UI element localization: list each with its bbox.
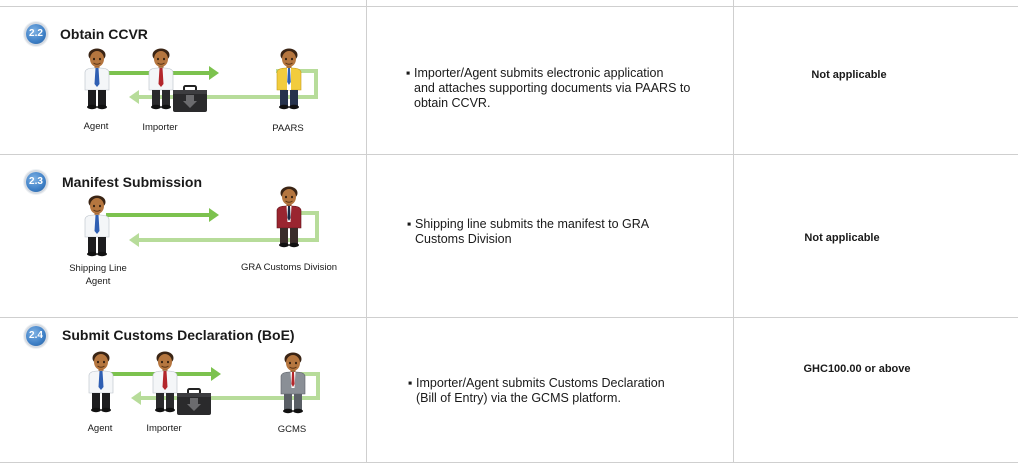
step-2-4-actor-gcms-label: GCMS: [277, 424, 307, 435]
bullet: ▪: [407, 217, 412, 231]
step-2-3-number-badge: 2.3: [26, 172, 46, 192]
step-2-2-description-line-1: Importer/Agent submits electronic applic…: [414, 66, 664, 80]
step-2-4-number-badge: 2.4: [26, 326, 46, 346]
step-2-2-actor-importer-label: Importer: [142, 122, 178, 133]
step-2-3-description-line-2: Customs Division: [415, 232, 512, 246]
step-2-4-actor-importer-label: Importer: [146, 423, 182, 434]
agent-label: Agent: [85, 276, 111, 287]
step-2-3-title: Manifest Submission: [62, 174, 203, 190]
step-2-2-title: Obtain CCVR: [60, 26, 148, 42]
step-2-2-description-line-3: obtain CCVR.: [414, 96, 491, 110]
return-loop-line: [138, 69, 318, 99]
person-gra-official-icon: [280, 186, 298, 208]
person-agent-icon: [88, 48, 106, 70]
step-2-2-fee: Not applicable: [811, 69, 887, 81]
person-agent-icon: [92, 351, 110, 373]
step-2-3-description-line-1: Shipping line submits the manifest to GR…: [415, 217, 650, 231]
briefcase-icon: [176, 388, 212, 416]
return-loop-line: [138, 211, 319, 242]
step-2-3-actor-shipping-line-agent-label: Shipping Line Agent: [62, 262, 134, 288]
step-2-4-actor-agent-label: Agent: [87, 423, 113, 434]
person-importer-icon: [156, 351, 174, 373]
arrow-left-icon: [131, 391, 141, 405]
step-2-3-actor-gra-customs-label: GRA Customs Division: [240, 262, 338, 273]
person-shipping-agent-icon: [88, 195, 106, 217]
step-2-2-actor-paars-label: PAARS: [272, 123, 304, 134]
shipping-line-label: Shipping Line: [69, 263, 127, 274]
person-importer-icon: [152, 48, 170, 70]
step-2-3-fee: Not applicable: [804, 232, 880, 244]
arrow-left-icon: [129, 90, 139, 104]
person-paars-official-icon: [280, 48, 298, 70]
arrow-left-icon: [129, 233, 139, 247]
grid-line-1: [0, 154, 1018, 155]
step-2-2-description-line-2: and attaches supporting documents via PA…: [414, 81, 691, 95]
arrow-right-icon: [106, 66, 219, 80]
step-2-4-description-line-1: Importer/Agent submits Customs Declarati…: [416, 376, 665, 390]
step-2-4-fee: GHC100.00 or above: [803, 363, 911, 375]
grid-line-bottom: [0, 462, 1018, 463]
person-gcms-official-icon: [284, 352, 302, 374]
step-2-2-number-badge: 2.2: [26, 24, 46, 44]
arrow-right-icon: [106, 208, 219, 222]
arrow-right-icon: [108, 367, 221, 381]
step-2-2-actor-agent-label: Agent: [83, 121, 109, 132]
return-loop-line: [140, 372, 320, 400]
grid-line-2: [0, 317, 1018, 318]
bullet: ▪: [406, 66, 411, 80]
bullet: ▪: [408, 376, 413, 390]
grid-line-top: [0, 6, 1018, 7]
step-2-4-description-line-2: (Bill of Entry) via the GCMS platform.: [416, 391, 621, 405]
grid-col-divider-1: [366, 0, 367, 463]
briefcase-icon: [172, 85, 208, 113]
step-2-4-title: Submit Customs Declaration (BoE): [62, 327, 295, 343]
